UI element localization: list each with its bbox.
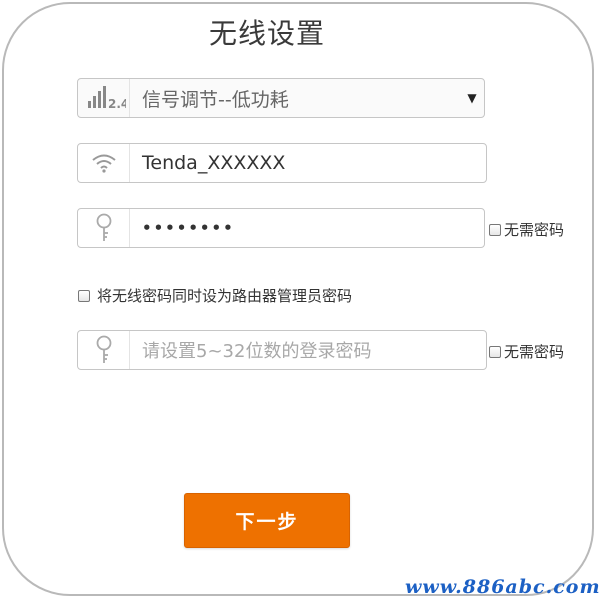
band-label: 2.4 <box>108 97 126 111</box>
watermark: www.886abc.com <box>405 576 600 598</box>
admin-no-password-label: 无需密码 <box>504 343 565 361</box>
sync-admin-password-checkbox[interactable] <box>78 289 90 302</box>
admin-no-password-checkbox[interactable] <box>489 345 501 358</box>
wifi-no-password-label: 无需密码 <box>504 221 565 239</box>
signal-mode-select[interactable]: 2.4 信号调节--低功耗 ▼ <box>77 78 485 118</box>
page-title: 无线设置 <box>208 17 325 50</box>
wifi-password-input[interactable]: •••••••• <box>77 208 485 248</box>
key-icon <box>78 331 130 369</box>
signal-mode-value: 信号调节--低功耗 <box>142 88 289 111</box>
sync-admin-password-option[interactable]: 将无线密码同时设为路由器管理员密码 <box>78 285 352 306</box>
wifi-password-value: •••••••• <box>142 219 235 237</box>
wifi-no-password-option[interactable]: 无需密码 <box>489 219 564 240</box>
chevron-down-icon[interactable]: ▼ <box>460 91 484 105</box>
admin-password-input[interactable]: 请设置5~32位数的登录密码 <box>77 330 487 370</box>
next-step-button[interactable]: 下一步 <box>184 493 350 548</box>
key-icon <box>78 209 130 247</box>
signal-bars-icon: 2.4 <box>78 79 130 117</box>
ssid-input[interactable]: Tenda_XXXXXX <box>77 143 487 183</box>
sync-admin-password-label: 将无线密码同时设为路由器管理员密码 <box>97 287 353 305</box>
admin-no-password-option[interactable]: 无需密码 <box>489 341 564 362</box>
ssid-value: Tenda_XXXXXX <box>142 152 286 174</box>
admin-password-placeholder: 请设置5~32位数的登录密码 <box>142 341 372 362</box>
wifi-no-password-checkbox[interactable] <box>489 223 501 236</box>
wifi-icon <box>78 144 130 182</box>
